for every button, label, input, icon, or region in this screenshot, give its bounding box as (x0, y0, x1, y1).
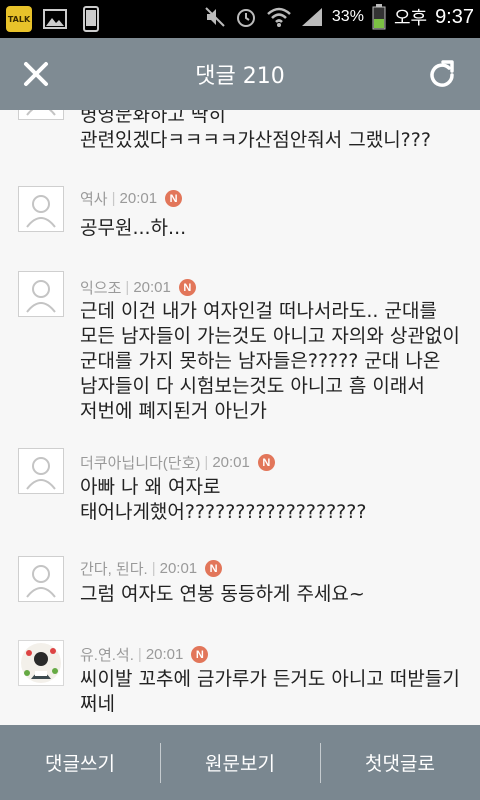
comment-text: 씨이발 꼬추에 금가루가 든거도 아니고 떠받들기 쩌네 (80, 668, 460, 715)
refresh-icon (430, 60, 454, 87)
comment-author: 더쿠아닙니다(단호) (80, 455, 201, 472)
comment-meta: 유.연.석. | 20:01 N (80, 644, 209, 665)
comment-item[interactable]: 유.연.석. | 20:01 N 씨이발 꼬추에 금가루가 든거도 아니고 떠받들기 … (0, 622, 480, 725)
comment-time: 20:01 (119, 190, 158, 207)
view-original-button[interactable]: 원문보기 (160, 725, 320, 800)
comment-item[interactable]: 더쿠아닙니다(단호) | 20:01 N 아빠 나 왜 여자로 태어나게했어?????… (0, 430, 480, 539)
mute-icon (205, 7, 225, 27)
gallery-icon (42, 6, 68, 32)
comment-time: 20:01 (159, 560, 198, 577)
talk-label: TALK (7, 14, 31, 24)
page-title: 댓글 210 (195, 64, 285, 89)
battery-icon (372, 4, 386, 30)
comment-item[interactable]: 익으조 | 20:01 N 근데 이건 내가 여자인걸 떠나서라도.. 군대를 모든 … (0, 255, 480, 431)
comment-item[interactable]: 병영문화하고 딱히 관련있겠다ㅋㅋㅋㅋ가산점안줘서 그랬니??? (0, 110, 480, 163)
comment-time: 20:01 (212, 454, 250, 471)
comment-text: 병영문화하고 딱히 관련있겠다ㅋㅋㅋㅋ가산점안줘서 그랬니??? (80, 110, 431, 151)
new-badge: N (165, 190, 183, 207)
comment-item[interactable]: 역사 | 20:01 N 공무원...하... (0, 162, 480, 256)
status-bar: TALK 33% 오후 9:37 (0, 0, 480, 38)
header: 댓글 210 (0, 38, 480, 110)
avatar (18, 110, 64, 120)
notification-icons: TALK (6, 6, 104, 32)
comment-author: 익으조 (80, 280, 122, 297)
comment-item[interactable]: 간다, 된다. | 20:01 N 그럼 여자도 연봉 동등하게 주세요~ (0, 538, 480, 623)
comment-text: 그럼 여자도 연봉 동등하게 주세요~ (80, 583, 365, 605)
clock-time: 9:37 (435, 5, 474, 28)
footer-toolbar: 댓글쓰기 원문보기 첫댓글로 (0, 725, 480, 800)
comment-meta: 더쿠아닙니다(단호) | 20:01 N (80, 452, 275, 473)
new-badge: N (257, 454, 275, 471)
comment-text: 근데 이건 내가 여자인걸 떠나서라도.. 군대를 모든 남자들이 가는것도 아… (80, 300, 460, 422)
avatar (18, 640, 64, 686)
refresh-button[interactable] (424, 56, 460, 92)
comment-text: 공무원...하... (80, 217, 187, 239)
avatar (18, 448, 64, 494)
comment-author: 유.연.석. (80, 647, 134, 664)
alarm-icon (236, 9, 255, 27)
comment-author: 역사 (80, 191, 108, 208)
avatar (18, 556, 64, 602)
system-status: 33% 오후 9:37 (204, 4, 474, 30)
signal-icon (301, 8, 322, 26)
comment-list[interactable]: 병영문화하고 딱히 관련있겠다ㅋㅋㅋㅋ가산점안줘서 그랬니??? 역사 | 20:0… (0, 110, 480, 725)
avatar (18, 271, 64, 317)
time-ampm: 오후 (393, 8, 428, 28)
comment-meta: 익으조 | 20:01 N (80, 277, 196, 298)
new-badge: N (191, 646, 209, 663)
first-comment-button[interactable]: 첫댓글로 (320, 725, 480, 800)
write-comment-button[interactable]: 댓글쓰기 (0, 725, 160, 800)
comment-time: 20:01 (133, 279, 171, 296)
wifi-icon (267, 7, 291, 27)
new-badge: N (178, 279, 196, 296)
comment-meta: 간다, 된다. | 20:01 N (80, 558, 223, 579)
new-badge: N (205, 560, 223, 577)
comment-time: 20:01 (145, 646, 184, 663)
comment-author: 간다, 된다. (80, 561, 148, 578)
comment-meta: 역사 | 20:01 N (80, 188, 183, 209)
talk-icon: TALK (6, 6, 32, 32)
comment-text: 아빠 나 왜 여자로 태어나게했어?????????????????? (80, 476, 367, 523)
avatar (18, 186, 64, 232)
battery-percent: 33% (331, 8, 364, 25)
phone-icon (78, 6, 104, 32)
